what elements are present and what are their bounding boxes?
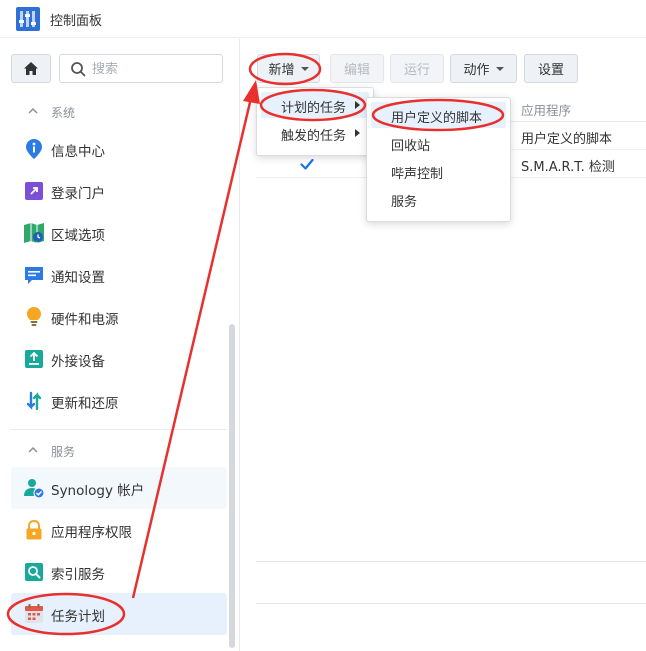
edit-button[interactable]: 编辑 xyxy=(330,54,384,83)
sidebar-item-update-restore[interactable]: 更新和还原 xyxy=(11,380,227,422)
enabled-checkbox[interactable] xyxy=(300,157,314,171)
section-label: 服务 xyxy=(51,445,76,459)
menu-item-label: 服务 xyxy=(391,195,418,210)
menu-item-label: 用户定义的脚本 xyxy=(391,111,483,126)
sidebar-item-label: 外接设备 xyxy=(51,354,105,370)
search-icon xyxy=(71,62,86,77)
table-footer-divider xyxy=(256,561,646,562)
menu-item-label: 哔声控制 xyxy=(391,167,444,182)
login-portal-icon xyxy=(25,182,43,200)
section-header-system[interactable]: 系统 xyxy=(11,97,227,127)
sidebar-item-app-privileges[interactable]: 应用程序权限 xyxy=(11,509,227,551)
update-restore-icon xyxy=(26,391,42,411)
sidebar-item-label: 任务计划 xyxy=(51,609,105,625)
sidebar-item-info-center[interactable]: 信息中心 xyxy=(11,128,227,170)
submenu-arrow-icon xyxy=(355,129,360,137)
column-header-app[interactable]: 应用程序 xyxy=(521,100,571,119)
notification-icon xyxy=(25,267,43,284)
chevron-up-icon xyxy=(28,446,38,453)
menu-item-service[interactable]: 服务 xyxy=(371,186,506,212)
edit-button-label: 编辑 xyxy=(343,63,370,78)
menu-item-user-script[interactable]: 用户定义的脚本 xyxy=(371,102,506,128)
sidebar-item-label: 通知设置 xyxy=(51,270,105,286)
action-button-label: 动作 xyxy=(463,63,490,78)
sidebar-item-label: 登录门户 xyxy=(51,186,105,202)
region-options-icon xyxy=(24,223,44,243)
sidebar-item-label: 应用程序权限 xyxy=(51,525,132,541)
title-bar: 控制面板 xyxy=(0,0,646,38)
scheduled-task-submenu: 用户定义的脚本 回收站 哔声控制 服务 xyxy=(366,97,511,222)
home-button[interactable] xyxy=(11,54,51,83)
index-service-icon xyxy=(25,563,43,581)
sidebar: 系统 信息中心 登录门户 区域选项 通知设置 xyxy=(0,39,240,651)
sidebar-item-notification[interactable]: 通知设置 xyxy=(11,254,227,296)
sidebar-item-external-devices[interactable]: 外接设备 xyxy=(11,338,227,380)
sidebar-item-login-portal[interactable]: 登录门户 xyxy=(11,170,227,212)
table-bottom-divider xyxy=(256,603,646,604)
sidebar-item-index-service[interactable]: 索引服务 xyxy=(11,551,227,593)
menu-item-label: 回收站 xyxy=(391,139,431,154)
menu-item-scheduled-task[interactable]: 计划的任务 xyxy=(261,92,369,118)
submenu-arrow-icon xyxy=(355,101,360,109)
synology-account-icon xyxy=(24,479,45,499)
caret-down-icon xyxy=(300,66,309,71)
external-device-icon xyxy=(25,350,43,368)
create-button-label: 新增 xyxy=(268,63,295,78)
sidebar-item-task-scheduler[interactable]: 任务计划 xyxy=(11,593,227,635)
sidebar-item-label: 区域选项 xyxy=(51,228,105,244)
run-button[interactable]: 运行 xyxy=(390,54,444,83)
info-icon xyxy=(26,139,42,159)
sidebar-item-label: 硬件和电源 xyxy=(51,312,119,328)
search-box[interactable] xyxy=(59,54,223,83)
sidebar-item-label: 信息中心 xyxy=(51,144,105,160)
lock-icon xyxy=(26,519,42,540)
control-panel-icon xyxy=(16,7,40,31)
create-button[interactable]: 新增 xyxy=(257,54,320,83)
sidebar-item-label: Synology 帐户 xyxy=(51,483,145,499)
menu-item-beep-control[interactable]: 哔声控制 xyxy=(371,158,506,184)
menu-item-label: 触发的任务 xyxy=(281,129,347,144)
app-cell: S.M.A.R.T. 检测 xyxy=(521,160,615,175)
settings-button-label: 设置 xyxy=(537,63,564,78)
section-label: 系统 xyxy=(51,106,76,120)
sidebar-item-hardware-power[interactable]: 硬件和电源 xyxy=(11,296,227,338)
create-dropdown-menu: 计划的任务 触发的任务 xyxy=(256,87,374,156)
run-button-label: 运行 xyxy=(403,63,430,78)
menu-item-triggered-task[interactable]: 触发的任务 xyxy=(261,120,369,146)
chevron-up-icon xyxy=(28,107,38,114)
section-header-services[interactable]: 服务 xyxy=(11,436,227,466)
calendar-icon xyxy=(25,604,43,623)
sidebar-item-label: 索引服务 xyxy=(51,567,105,583)
window-title: 控制面板 xyxy=(50,14,103,29)
sidebar-item-region-options[interactable]: 区域选项 xyxy=(11,212,227,254)
settings-button[interactable]: 设置 xyxy=(524,54,578,83)
menu-item-label: 计划的任务 xyxy=(281,101,347,116)
lightbulb-icon xyxy=(27,307,41,326)
home-icon xyxy=(24,62,38,75)
section-divider xyxy=(11,429,227,430)
search-input[interactable] xyxy=(92,59,212,79)
action-button[interactable]: 动作 xyxy=(450,54,517,83)
menu-item-recycle-bin[interactable]: 回收站 xyxy=(371,130,506,156)
caret-down-icon xyxy=(495,66,504,71)
app-cell: 用户定义的脚本 xyxy=(521,132,613,147)
sidebar-item-label: 更新和还原 xyxy=(51,396,119,412)
sidebar-item-synology-account[interactable]: Synology 帐户 xyxy=(11,467,227,509)
sidebar-scrollbar[interactable] xyxy=(229,324,235,648)
